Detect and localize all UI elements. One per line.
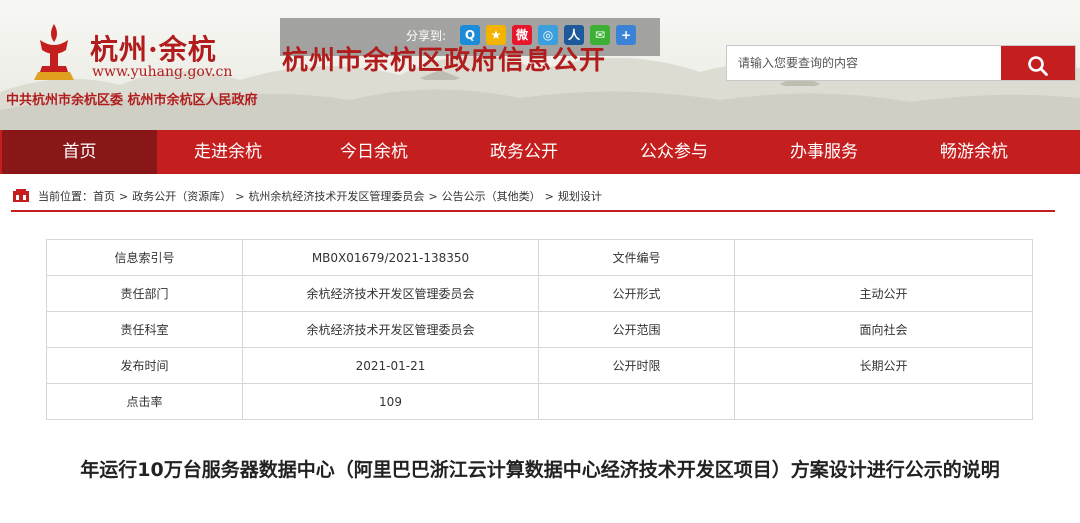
info-value: 2021-01-21: [242, 347, 539, 384]
info-key: 文件编号: [538, 239, 735, 276]
document-title: 年运行10万台服务器数据中心（阿里巴巴浙江云计算数据中心经济技术开发区项目）方案…: [80, 459, 1000, 481]
breadcrumb-item-home[interactable]: 首页: [93, 188, 115, 204]
info-value: 109: [242, 383, 539, 420]
info-key: 公开形式: [538, 275, 735, 312]
info-key: 公开范围: [538, 311, 735, 348]
breadcrumb-item-announcements[interactable]: 公告公示（其他类）: [442, 188, 541, 204]
breadcrumb-separator: >: [428, 189, 438, 203]
info-value: [734, 239, 1033, 276]
breadcrumb-item-committee[interactable]: 杭州余杭经济技术开发区管理委员会: [248, 188, 424, 204]
nav-item-home[interactable]: 首页: [2, 130, 157, 174]
table-row: 责任部门 余杭经济技术开发区管理委员会 公开形式 主动公开: [46, 275, 1033, 312]
site-title: 杭州市余杭区政府信息公开: [282, 46, 607, 76]
table-row: 信息索引号 MB0X01679/2021-138350 文件编号: [46, 239, 1033, 276]
info-key: [538, 383, 735, 420]
info-value: 主动公开: [734, 275, 1033, 312]
logo-domain: www.yuhang.gov.cn: [92, 64, 233, 80]
breadcrumb-item-gov-affairs[interactable]: 政务公开（资源库）: [132, 188, 231, 204]
info-value: 面向社会: [734, 311, 1033, 348]
site-header: 杭州·余杭 www.yuhang.gov.cn 中共杭州市余杭区委 杭州市余杭区…: [0, 0, 1080, 130]
nav-item-tourism[interactable]: 畅游余杭: [899, 130, 1049, 174]
search-box: [726, 45, 1076, 81]
main-nav: 首页 走进余杭 今日余杭 政务公开 公众参与 办事服务 畅游余杭: [0, 130, 1080, 174]
info-key: 责任科室: [46, 311, 243, 348]
info-value: MB0X01679/2021-138350: [242, 239, 539, 276]
search-icon: [1028, 56, 1048, 76]
breadcrumb-separator: >: [544, 189, 554, 203]
info-key: 点击率: [46, 383, 243, 420]
breadcrumb-prefix: 当前位置：: [38, 190, 93, 203]
info-value: 余杭经济技术开发区管理委员会: [242, 311, 539, 348]
breadcrumb: 当前位置： 首页 > 政务公开（资源库） > 杭州余杭经济技术开发区管理委员会 …: [12, 186, 602, 206]
nav-item-today[interactable]: 今日余杭: [299, 130, 449, 174]
info-key: 责任部门: [46, 275, 243, 312]
info-value: 长期公开: [734, 347, 1033, 384]
document-info-table: 信息索引号 MB0X01679/2021-138350 文件编号 责任部门 余杭…: [46, 239, 1033, 420]
nav-item-services[interactable]: 办事服务: [749, 130, 899, 174]
table-row: 点击率 109: [46, 383, 1033, 420]
search-button[interactable]: [1001, 46, 1075, 80]
site-logo[interactable]: 杭州·余杭 www.yuhang.gov.cn: [10, 14, 280, 86]
nav-item-about[interactable]: 走进余杭: [157, 130, 299, 174]
breadcrumb-separator: >: [119, 189, 129, 203]
nav-item-gov-affairs[interactable]: 政务公开: [449, 130, 599, 174]
info-key: 发布时间: [46, 347, 243, 384]
nav-item-public-participation[interactable]: 公众参与: [599, 130, 749, 174]
table-row: 责任科室 余杭经济技术开发区管理委员会 公开范围 面向社会: [46, 311, 1033, 348]
table-row: 发布时间 2021-01-21 公开时限 长期公开: [46, 347, 1033, 384]
info-key: 公开时限: [538, 347, 735, 384]
location-icon: [13, 189, 29, 202]
info-value: [734, 383, 1033, 420]
info-value: 余杭经济技术开发区管理委员会: [242, 275, 539, 312]
breadcrumb-divider: [11, 210, 1055, 212]
logo-emblem-icon: [34, 24, 74, 80]
logo-name: 杭州·余杭: [90, 33, 217, 66]
info-key: 信息索引号: [46, 239, 243, 276]
breadcrumb-separator: >: [235, 189, 245, 203]
sponsor-organizations: 中共杭州市余杭区委 杭州市余杭区人民政府: [6, 93, 258, 108]
search-input[interactable]: [727, 46, 1001, 80]
more-share-icon[interactable]: +: [616, 25, 636, 45]
breadcrumb-item-planning[interactable]: 规划设计: [558, 188, 602, 204]
